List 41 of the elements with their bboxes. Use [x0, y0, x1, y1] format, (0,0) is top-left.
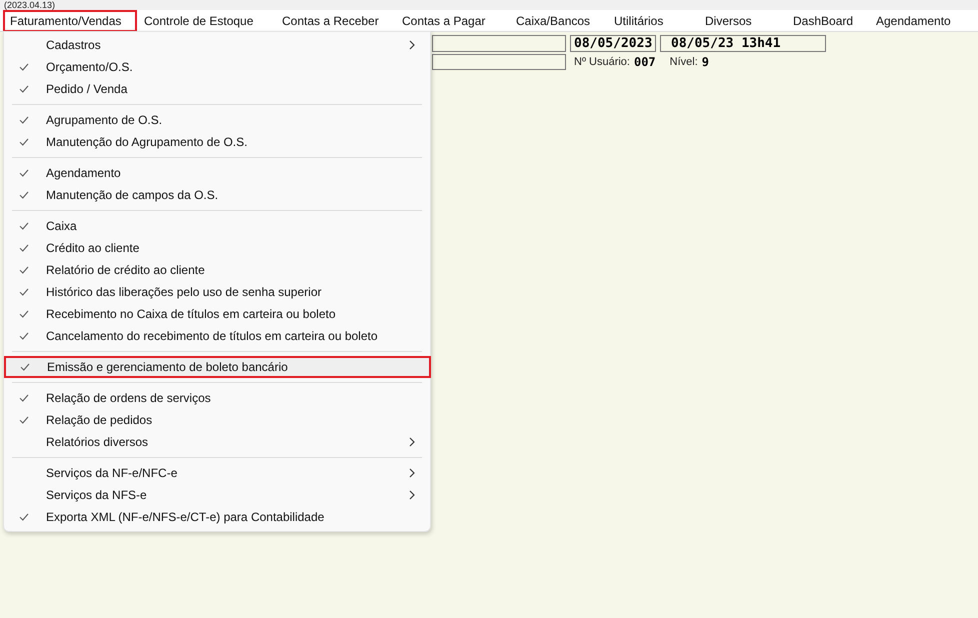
menu-item[interactable]: Caixa: [7, 215, 427, 237]
menu-item[interactable]: Histórico das liberações pelo uso de senha superior: [7, 281, 427, 303]
chevron-right-icon: [409, 490, 415, 500]
menu-bar-item[interactable]: Diversos: [698, 10, 786, 32]
menu-item[interactable]: Serviços da NF-e/NFC-e: [7, 462, 427, 484]
menu-item[interactable]: Orçamento/O.S.: [7, 56, 427, 78]
menu-item[interactable]: Manutenção de campos da O.S.: [7, 184, 427, 206]
menu-item[interactable]: Relatórios diversos: [7, 431, 427, 453]
menu-item[interactable]: Cancelamento do recebimento de títulos em carteira ou boleto: [7, 325, 427, 347]
user-number: 007: [634, 55, 656, 69]
menu-item[interactable]: Recebimento no Caixa de títulos em carteira ou boleto: [7, 303, 427, 325]
menu-bar-item[interactable]: Utilitários: [607, 10, 698, 32]
chevron-right-icon: [409, 468, 415, 478]
menu-item[interactable]: Exporta XML (NF-e/NFS-e/CT-e) para Contabilidade: [7, 506, 427, 528]
menu-item[interactable]: Crédito ao cliente: [7, 237, 427, 259]
input-field[interactable]: [432, 35, 566, 52]
menu-item[interactable]: Agendamento: [7, 162, 427, 184]
menu-item[interactable]: Serviços da NFS-e: [7, 484, 427, 506]
menu-item[interactable]: Emissão e gerenciamento de boleto bancário: [4, 356, 431, 378]
menu-item[interactable]: Relação de pedidos: [7, 409, 427, 431]
menu-item[interactable]: Pedido / Venda: [7, 78, 427, 100]
chevron-right-icon: [409, 40, 415, 50]
chevron-right-icon: [409, 437, 415, 447]
menu-bar-item[interactable]: DashBoard: [786, 10, 869, 32]
input-field[interactable]: [432, 54, 566, 70]
menu-bar-item[interactable]: Agendamento: [869, 10, 967, 32]
menu-item[interactable]: Cadastros: [7, 34, 427, 56]
menu-bar-item[interactable]: Controle de Estoque: [137, 10, 275, 32]
menu-item[interactable]: Manutenção do Agrupamento de O.S.: [7, 131, 427, 153]
window-title: (2023.04.13): [4, 0, 56, 10]
user-label: Nº Usuário:: [574, 56, 630, 68]
menu-bar-item[interactable]: Caixa/Bancos: [509, 10, 607, 32]
level-label: Nível:: [670, 56, 698, 68]
date-field[interactable]: 08/05/2023: [570, 35, 656, 52]
level-value: 9: [702, 55, 710, 69]
menu-item[interactable]: Relatório de crédito ao cliente: [7, 259, 427, 281]
menu-item[interactable]: Relação de ordens de serviços: [7, 387, 427, 409]
menu-item[interactable]: Agrupamento de O.S.: [7, 109, 427, 131]
menu-bar-item[interactable]: Contas a Pagar: [395, 10, 509, 32]
menu-bar-item[interactable]: Contas a Receber: [275, 10, 395, 32]
datetime-field[interactable]: 08/05/23 13h41: [660, 35, 826, 52]
